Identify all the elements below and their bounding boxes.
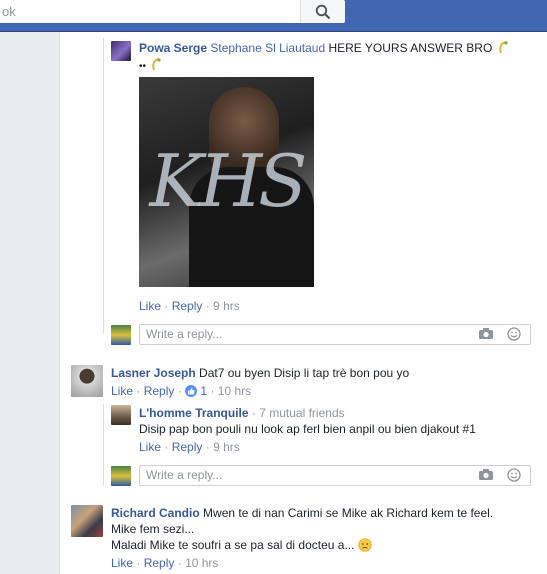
separator: · (205, 299, 210, 313)
reply-link[interactable]: Reply (172, 440, 203, 454)
comment-author[interactable]: Richard Candio (111, 506, 200, 520)
separator: · (205, 440, 210, 454)
comment-text: Powa Serge Stephane Sl Liautaud HERE YOU… (139, 41, 510, 55)
top-navigation-bar: ok (0, 0, 547, 32)
avatar[interactable] (71, 365, 103, 397)
comment-actions: Like · Reply · 9 hrs (139, 299, 240, 313)
comment-body: Mwen te di nan Carimi se Mike ak Richard… (203, 506, 494, 520)
separator: · (164, 299, 169, 313)
separator: · (177, 556, 182, 570)
like-link[interactable]: Like (139, 440, 161, 454)
separator: · (164, 440, 169, 454)
reply-author[interactable]: L'homme Tranquile (139, 406, 249, 420)
separator: · (177, 384, 182, 398)
like-reaction-icon[interactable] (185, 385, 198, 397)
camera-icon[interactable] (479, 469, 493, 480)
thread-line (103, 404, 104, 486)
avatar[interactable] (71, 505, 103, 537)
avatar[interactable] (111, 41, 131, 61)
thread-line (103, 38, 104, 334)
mutual-friends[interactable]: 7 mutual friends (259, 406, 344, 420)
emoji-eyes: •• (139, 61, 147, 72)
comment-actions: Like · Reply · 10 hrs (111, 556, 218, 570)
separator: · (136, 384, 141, 398)
reply-link[interactable]: Reply (144, 384, 175, 398)
timestamp[interactable]: 9 hrs (213, 440, 240, 454)
reply-placeholder: Write a reply... (146, 327, 223, 341)
comment-body-line2: Mike fem sezi... (111, 522, 195, 536)
worried-face-emoji-icon (358, 538, 372, 552)
search-input-text: ok (2, 4, 16, 19)
comment-body: HERE YOURS ANSWER BRO (325, 41, 493, 55)
timestamp[interactable]: 10 hrs (218, 384, 251, 398)
emoji-icon (498, 41, 508, 54)
reply-body: Disip pap bon pouli nu look ap ferl bien… (139, 422, 476, 436)
search-button[interactable] (300, 0, 345, 23)
reply-input[interactable]: Write a reply... (139, 465, 531, 486)
comment-body: Maladi Mike te soufri a se pa sal di doc… (111, 538, 355, 552)
comment-text: Lasner Joseph Dat7 ou byen Disip li tap … (111, 366, 409, 380)
avatar[interactable] (111, 405, 131, 425)
timestamp[interactable]: 10 hrs (185, 556, 218, 570)
reply-text: L'homme Tranquile · 7 mutual friends (139, 406, 345, 420)
like-link[interactable]: Like (111, 384, 133, 398)
reply-link[interactable]: Reply (144, 556, 175, 570)
mention-link[interactable]: Stephane Sl Liautaud (210, 41, 325, 55)
emoji-picker-icon[interactable] (507, 468, 521, 482)
like-link[interactable]: Like (111, 556, 133, 570)
reply-link[interactable]: Reply (172, 299, 203, 313)
comment-author[interactable]: Lasner Joseph (111, 366, 196, 380)
camera-icon[interactable] (479, 328, 493, 339)
comment-text-line2: •• (139, 58, 163, 72)
comment-author[interactable]: Powa Serge (139, 41, 207, 55)
photo-overlay-text: KHS (149, 139, 308, 223)
emoji-picker-icon[interactable] (507, 327, 521, 341)
search-icon (315, 4, 331, 19)
emoji-icon (152, 58, 161, 71)
reply-actions: Like · Reply · 9 hrs (139, 440, 240, 454)
like-link[interactable]: Like (139, 299, 161, 313)
separator: · (210, 384, 215, 398)
search-input[interactable]: ok (0, 0, 302, 23)
comment-text: Richard Candio Mwen te di nan Carimi se … (111, 506, 493, 520)
timestamp[interactable]: 9 hrs (213, 299, 240, 313)
attached-photo[interactable]: KHS (139, 77, 314, 287)
reply-input[interactable]: Write a reply... (139, 324, 531, 345)
separator: · (251, 406, 256, 420)
comment-body-line3: Maladi Mike te soufri a se pa sal di doc… (111, 538, 372, 552)
reply-placeholder: Write a reply... (146, 468, 223, 482)
comment-actions: Like · Reply · 1 · 10 hrs (111, 384, 251, 398)
like-count[interactable]: 1 (200, 384, 207, 398)
comment-body: Dat7 ou byen Disip li tap trè bon pou yo (199, 366, 410, 380)
separator: · (136, 556, 141, 570)
current-user-avatar (111, 466, 131, 486)
current-user-avatar (111, 325, 131, 345)
